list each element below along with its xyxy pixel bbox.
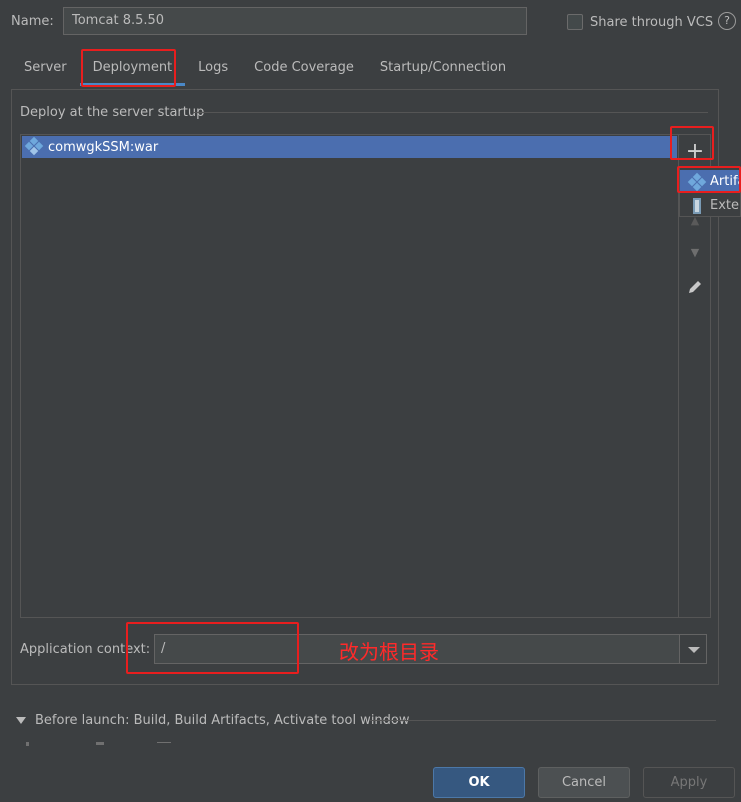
list-item-label: comwgkSSM:war <box>48 139 159 155</box>
pencil-icon <box>689 281 701 293</box>
deploy-list[interactable]: comwgkSSM:war <box>20 134 679 618</box>
deploy-section-title: Deploy at the server startup <box>20 105 205 120</box>
toolbar-stub <box>157 742 171 743</box>
help-icon[interactable]: ? <box>718 12 736 30</box>
application-context-label: Application context: <box>20 642 151 657</box>
menu-item-external-source[interactable]: External Source... <box>680 194 740 216</box>
share-checkbox[interactable] <box>567 14 583 30</box>
move-down-button[interactable]: ▼ <box>679 239 711 267</box>
list-item[interactable]: comwgkSSM:war <box>22 136 677 158</box>
chevron-down-icon <box>688 647 700 653</box>
edit-button[interactable] <box>679 273 711 301</box>
tab-startup-connection[interactable]: Startup/Connection <box>367 56 519 86</box>
add-button[interactable]: + <box>679 138 711 166</box>
application-context-dropdown[interactable] <box>679 634 707 664</box>
tab-code-coverage[interactable]: Code Coverage <box>241 56 367 86</box>
section-divider <box>193 112 708 113</box>
toolbar-stub <box>26 742 29 746</box>
collapse-triangle-icon <box>16 717 26 724</box>
menu-item-label: External Source... <box>710 198 740 213</box>
external-source-icon <box>689 197 705 214</box>
artifact-icon <box>687 172 707 191</box>
tab-bar: Server Deployment Logs Code Coverage Sta… <box>11 56 519 86</box>
artifact-icon <box>24 136 44 156</box>
tab-server[interactable]: Server <box>11 56 80 86</box>
menu-item-label: Artifact... <box>710 174 740 189</box>
before-launch-label: Before launch: Build, Build Artifacts, A… <box>35 713 410 728</box>
tab-logs[interactable]: Logs <box>185 56 241 86</box>
share-label: Share through VCS <box>590 14 714 30</box>
apply-button[interactable]: Apply <box>643 767 735 798</box>
share-through-vcs[interactable]: Share through VCS <box>567 14 713 30</box>
add-popup-menu: Artifact... External Source... <box>679 167 741 217</box>
cancel-button[interactable]: Cancel <box>538 767 630 798</box>
before-launch-divider <box>370 720 716 721</box>
tab-deployment[interactable]: Deployment <box>79 56 186 86</box>
annotation-text: 改为根目录 <box>339 640 439 664</box>
menu-item-artifact[interactable]: Artifact... <box>680 170 740 193</box>
ok-button[interactable]: OK <box>433 767 525 798</box>
before-launch-toggle[interactable]: Before launch: Build, Build Artifacts, A… <box>16 713 410 728</box>
toolbar-stub <box>96 742 104 745</box>
name-input[interactable]: Tomcat 8.5.50 <box>63 7 527 35</box>
name-label: Name: <box>11 14 54 29</box>
